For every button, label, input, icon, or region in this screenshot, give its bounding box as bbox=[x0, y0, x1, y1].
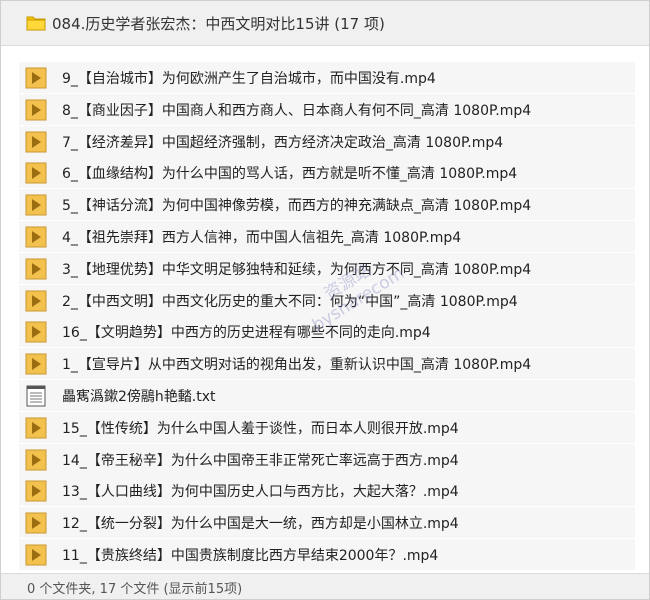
folder-icon bbox=[26, 16, 46, 31]
play-file-icon bbox=[25, 480, 47, 502]
file-row[interactable]: 3_【地理优势】中华文明足够独特和延续，为何西方不同_高清 1080P.mp4 bbox=[19, 252, 635, 284]
file-row[interactable]: 15_【性传统】为什么中国人羞于谈性，而日本人则很开放.mp4 bbox=[19, 411, 635, 443]
file-row[interactable]: 7_【经济差异】中国超经济强制，西方经济决定政治_高清 1080P.mp4 bbox=[19, 125, 635, 157]
file-name: 12_【统一分裂】为什么中国是大一统，西方却是小国林立.mp4 bbox=[62, 516, 459, 533]
file-name: 4_【祖先崇拜】西方人信神，而中国人信祖先_高清 1080P.mp4 bbox=[62, 230, 462, 246]
file-row[interactable]: 16_【文明趋势】中西方的历史进程有哪些不同的走向.mp4 bbox=[19, 316, 635, 348]
file-name: 14_【帝王秘辛】为什么中国帝王非正常死亡率远高于西方.mp4 bbox=[62, 452, 459, 469]
file-name: 8_【商业因子】中国商人和西方商人、日本商人有何不同_高清 1080P.mp4 bbox=[62, 102, 532, 119]
file-row[interactable]: 9_【自治城市】为何欧洲产生了自治城市，而中国没有.mp4 bbox=[19, 62, 635, 93]
play-file-icon bbox=[25, 544, 47, 566]
file-name: 2_【中西文明】中西文化历史的重大不同：何为“中国”_高清 1080P.mp4 bbox=[62, 293, 518, 310]
file-row[interactable]: 4_【祖先崇拜】西方人信神，而中国人信祖先_高清 1080P.mp4 bbox=[19, 221, 635, 252]
play-file-icon bbox=[25, 226, 47, 248]
title-bar: 084.历史学者张宏杰：中西文明对比15讲 (17 项) bbox=[1, 1, 649, 46]
file-row[interactable]: 5_【神话分流】为何中国神像劳模，而西方的神充满缺点_高清 1080P.mp4 bbox=[19, 189, 635, 221]
file-name: 11_【贵族终结】中国贵族制度比西方早结束2000年？.mp4 bbox=[62, 548, 439, 564]
play-file-icon bbox=[25, 512, 47, 534]
play-file-icon bbox=[25, 194, 47, 216]
file-name: 6_【血缘结构】为什么中国的骂人话，西方就是听不懂_高清 1080P.mp4 bbox=[62, 166, 518, 183]
play-file-icon bbox=[25, 417, 47, 439]
play-file-icon bbox=[25, 258, 47, 280]
file-list: 9_【自治城市】为何欧洲产生了自治城市，而中国没有.mp4 8_【商业因子】中国商… bbox=[19, 62, 635, 572]
file-name: 7_【经济差异】中国超经济强制，西方经济决定政治_高清 1080P.mp4 bbox=[62, 134, 504, 151]
status-bar: 0 个文件夹, 17 个文件 (显示前15项) bbox=[1, 573, 649, 599]
file-list-window: 084.历史学者张宏杰：中西文明对比15讲 (17 项) 9_【自治城市】为何欧… bbox=[0, 0, 650, 600]
play-file-icon bbox=[25, 290, 47, 312]
play-file-icon bbox=[25, 99, 47, 121]
status-text: 0 个文件夹, 17 个文件 (显示前15项) bbox=[27, 582, 243, 597]
file-name: 13_【人口曲线】为何中国历史人口与西方比，大起大落？.mp4 bbox=[62, 484, 459, 501]
file-row[interactable]: 13_【人口曲线】为何中国历史人口与西方比，大起大落？.mp4 bbox=[19, 475, 635, 507]
file-name: 16_【文明趋势】中西方的历史进程有哪些不同的走向.mp4 bbox=[62, 325, 431, 342]
file-name: 15_【性传统】为什么中国人羞于谈性，而日本人则很开放.mp4 bbox=[62, 420, 459, 437]
window-title: 084.历史学者张宏杰：中西文明对比15讲 (17 项) bbox=[52, 15, 385, 33]
file-row[interactable]: 12_【统一分裂】为什么中国是大一统，西方却是小国林立.mp4 bbox=[19, 507, 635, 539]
file-name: 5_【神话分流】为何中国神像劳模，而西方的神充满缺点_高清 1080P.mp4 bbox=[62, 198, 532, 215]
file-row[interactable]: 1_【宣导片】从中西文明对话的视角出发，重新认识中国_高清 1080P.mp4 bbox=[19, 348, 635, 380]
file-name: 3_【地理优势】中华文明足够独特和延续，为何西方不同_高清 1080P.mp4 bbox=[62, 261, 532, 278]
play-file-icon bbox=[25, 162, 47, 184]
play-file-icon bbox=[25, 449, 47, 471]
file-row[interactable]: 14_【帝王秘辛】为什么中国帝王非正常死亡率远高于西方.mp4 bbox=[19, 443, 635, 475]
file-row[interactable]: 8_【商业因子】中国商人和西方商人、日本商人有何不同_高清 1080P.mp4 bbox=[19, 93, 635, 125]
file-row[interactable]: 11_【贵族终结】中国贵族制度比西方早结束2000年？.mp4 bbox=[19, 539, 635, 570]
file-row[interactable]: 2_【中西文明】中西文化历史的重大不同：何为“中国”_高清 1080P.mp4 bbox=[19, 284, 635, 316]
file-name: 9_【自治城市】为何欧洲产生了自治城市，而中国没有.mp4 bbox=[62, 71, 436, 87]
file-name: 畾寯潙鏉2傍鷊h艳濌.txt bbox=[62, 389, 216, 405]
play-file-icon bbox=[25, 321, 47, 343]
text-file-icon bbox=[26, 385, 46, 407]
file-row[interactable]: 畾寯潙鏉2傍鷊h艳濌.txt bbox=[19, 380, 635, 411]
play-file-icon bbox=[25, 353, 47, 375]
play-file-icon bbox=[25, 67, 47, 89]
play-file-icon bbox=[25, 131, 47, 153]
file-row[interactable]: 6_【血缘结构】为什么中国的骂人话，西方就是听不懂_高清 1080P.mp4 bbox=[19, 157, 635, 189]
file-name: 1_【宣导片】从中西文明对话的视角出发，重新认识中国_高清 1080P.mp4 bbox=[62, 357, 532, 374]
